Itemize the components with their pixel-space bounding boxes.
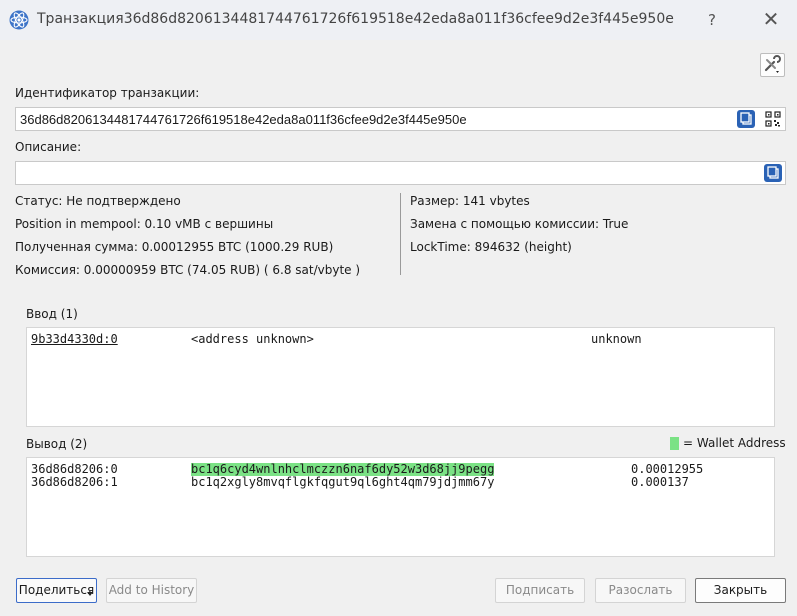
- input-amount: unknown: [591, 332, 642, 346]
- input-address: <address unknown>: [191, 332, 314, 346]
- status-text: Статус: Не подтверждено: [15, 194, 181, 208]
- tx-id-field[interactable]: 36d86d8206134481744761726f619518e42eda8a…: [15, 107, 786, 131]
- window-close-button[interactable]: ✕: [754, 6, 788, 32]
- output-address: bc1q2xgly8mvqflgkfqgut9ql6ght4qm79jdjmm6…: [191, 475, 495, 489]
- locktime-text: LockTime: 894632 (height): [410, 240, 572, 254]
- close-button[interactable]: Закрыть: [695, 578, 786, 603]
- outputs-list[interactable]: 36d86d8206:0 bc1q6cyd4wnlnhclmczzn6naf6d…: [26, 457, 775, 557]
- mempool-position-text: Position in mempool: 0.10 vMB с вершины: [15, 217, 274, 231]
- electrum-logo-icon: [9, 10, 29, 30]
- tx-id-value: 36d86d8206134481744761726f619518e42eda8a…: [20, 112, 467, 127]
- qr-code-icon[interactable]: [765, 111, 781, 127]
- dropdown-arrow-icon: [87, 592, 93, 596]
- description-input[interactable]: [15, 161, 786, 185]
- broadcast-button[interactable]: Разослать: [595, 578, 686, 603]
- share-button-label: Поделиться: [18, 583, 95, 597]
- rbf-text: Замена с помощью комиссии: True: [410, 217, 629, 231]
- tools-icon: [764, 55, 781, 73]
- input-ref[interactable]: 9b33d4330d:0: [31, 333, 118, 346]
- output-amount: 0.000137: [631, 475, 689, 489]
- info-divider: [400, 193, 401, 275]
- copy-icon[interactable]: [764, 164, 782, 182]
- add-to-history-button[interactable]: Add to History: [106, 578, 197, 603]
- sign-button[interactable]: Подписать: [495, 578, 585, 603]
- share-button[interactable]: Поделиться: [16, 578, 97, 603]
- window-title: Транзакция36d86d8206134481744761726f6195…: [37, 11, 674, 27]
- tx-id-label: Идентификатор транзакции:: [15, 86, 200, 100]
- title-bar: Транзакция36d86d8206134481744761726f6195…: [0, 0, 797, 40]
- copy-icon[interactable]: [737, 110, 755, 128]
- inputs-label: Ввод (1): [26, 307, 78, 321]
- wallet-legend-text: = Wallet Address: [683, 436, 786, 450]
- fee-text: Комиссия: 0.00000959 BTC (74.05 RUB) ( 6…: [15, 263, 361, 277]
- inputs-list[interactable]: 9b33d4330d:0 <address unknown> unknown: [26, 327, 775, 427]
- outputs-label: Вывод (2): [26, 437, 88, 451]
- wallet-legend-swatch: [670, 437, 679, 450]
- tools-button[interactable]: [760, 53, 785, 77]
- description-label: Описание:: [15, 140, 82, 154]
- output-ref[interactable]: 36d86d8206:1: [31, 476, 118, 489]
- size-text: Размер: 141 vbytes: [410, 194, 530, 208]
- received-amount-text: Полученная сумма: 0.00012955 BTC (1000.2…: [15, 240, 334, 254]
- help-button[interactable]: ?: [700, 8, 724, 32]
